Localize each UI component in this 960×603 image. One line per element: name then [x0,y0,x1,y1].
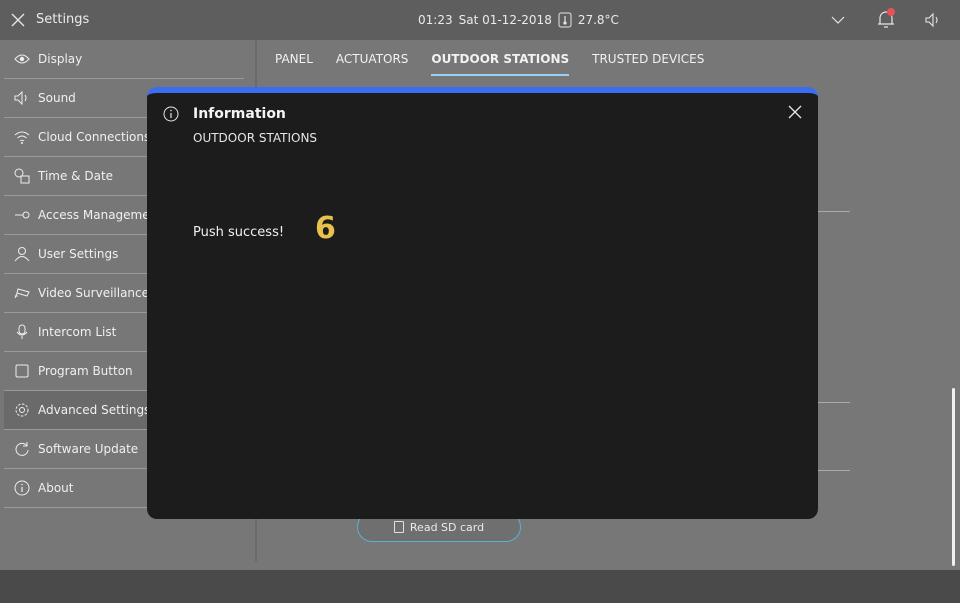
scrollbar[interactable] [952,388,955,566]
sidebar-item-label: Video Surveillance [38,286,150,300]
sidebar-item-label: Access Manageme [38,208,150,222]
tab-actuators[interactable]: ACTUATORS [336,48,409,76]
clock-calendar-icon [14,168,30,184]
info-icon [163,106,179,122]
sd-card-icon [393,521,404,533]
eye-icon [14,51,30,67]
sidebar-item-label: Cloud Connections [38,130,151,144]
sidebar-item-label: Program Button [38,364,133,378]
read-sd-card-label: Read SD card [409,520,485,534]
user-icon [14,246,30,262]
tab-outdoor-stations[interactable]: OUTDOOR STATIONS [431,48,570,76]
sidebar-item-label: Display [38,52,83,66]
information-dialog: Information OUTDOOR STATIONS Push succes… [147,87,818,519]
chevron-down-icon[interactable] [830,12,846,28]
sidebar-item-label: Intercom List [38,325,117,339]
camera-icon [14,285,30,301]
sidebar-item-display[interactable]: Display [4,40,244,79]
divider [818,402,850,403]
tab-bar: PANEL ACTUATORS OUTDOOR STATIONS TRUSTED… [262,48,714,76]
dialog-subtitle: OUTDOOR STATIONS [193,131,318,145]
square-icon [14,363,30,379]
tab-trusted-devices[interactable]: TRUSTED DEVICES [592,48,704,76]
dialog-message: Push success! [193,225,285,240]
annotation-number: 6 [315,211,336,246]
divider [818,211,850,212]
close-icon[interactable] [786,103,804,121]
bottom-bar [0,570,960,603]
speaker-icon [14,90,30,106]
sidebar-item-label: About [38,481,74,495]
sidebar-item-label: User Settings [38,247,119,261]
sidebar-item-label: Advanced Settings [38,403,151,417]
dialog-title: Information [193,106,286,122]
refresh-icon [14,441,30,457]
microphone-icon [14,324,30,340]
notification-bell-icon[interactable] [876,8,896,30]
sidebar-item-label: Time & Date [38,169,114,183]
close-icon[interactable] [8,10,28,30]
time-label: 01:23 [418,13,453,27]
volume-icon[interactable] [924,11,942,29]
key-icon [14,207,30,223]
gear-icon [14,402,30,418]
status-center: 01:23 Sat 01-12-2018 27.8°C [418,12,619,28]
thermometer-icon [558,12,572,28]
sidebar-item-label: Sound [38,91,76,105]
page-title: Settings [36,12,90,27]
temperature-label: 27.8°C [577,13,619,27]
sidebar-item-label: Software Update [38,442,139,456]
wifi-icon [14,129,30,145]
top-bar: Settings 01:23 Sat 01-12-2018 27.8°C [0,0,960,40]
info-icon [14,480,30,496]
date-label: Sat 01-12-2018 [458,13,552,27]
divider [818,470,850,471]
tab-panel[interactable]: PANEL [275,48,313,76]
